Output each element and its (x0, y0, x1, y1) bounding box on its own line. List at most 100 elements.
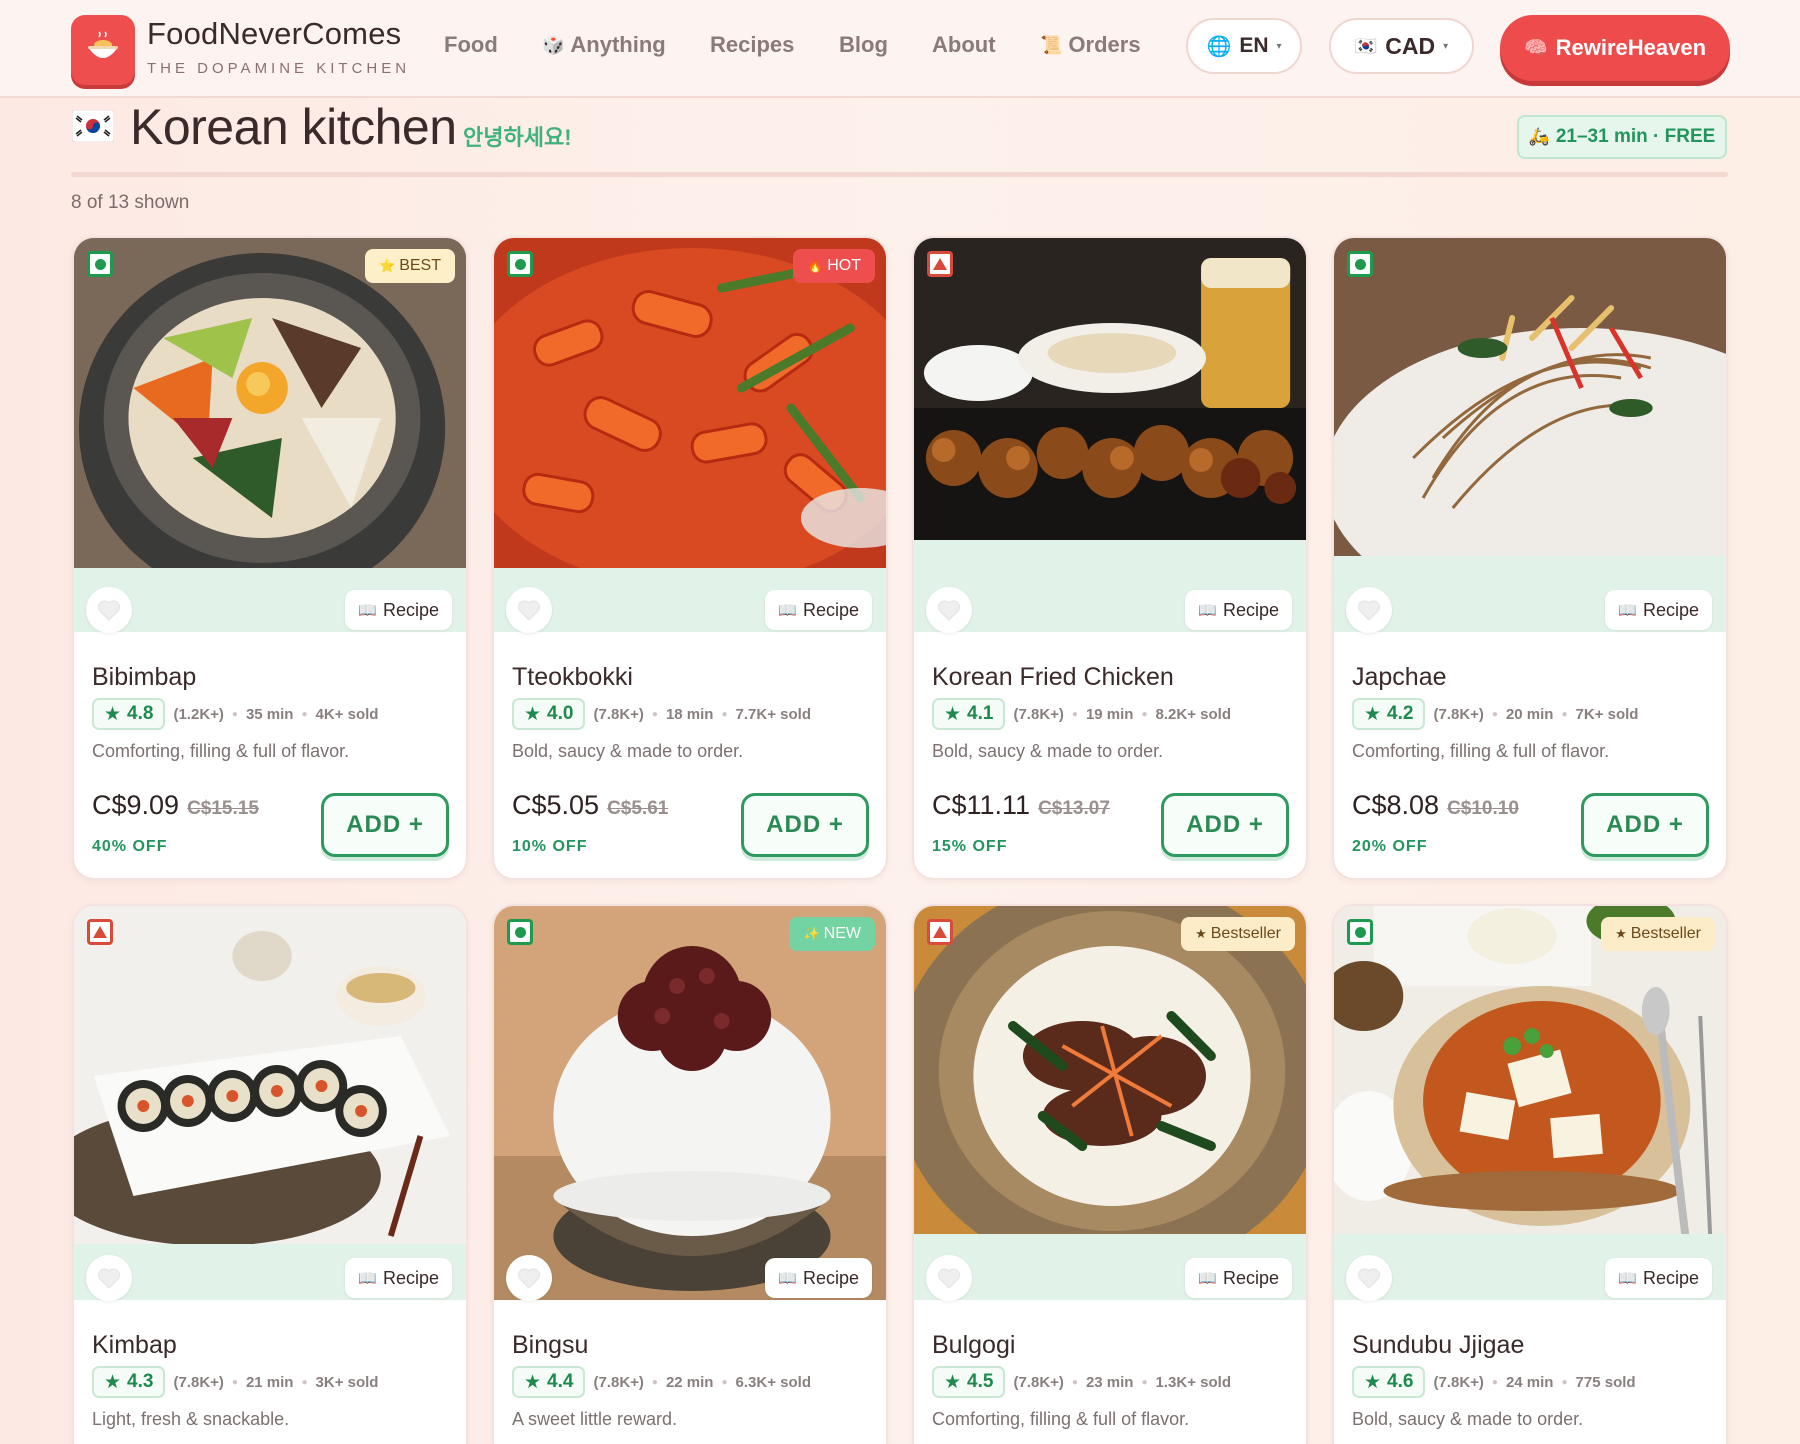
separator-dot: ● (1561, 1376, 1568, 1388)
food-name: Bulgogi (932, 1331, 1016, 1359)
veg-dot-icon (1354, 926, 1366, 938)
recipe-button[interactable]: 📖 Recipe (1605, 590, 1712, 630)
rewire-heaven-button[interactable]: 🧠 RewireHeaven (1500, 15, 1730, 81)
recipe-button[interactable]: 📖 Recipe (345, 590, 452, 630)
food-image[interactable] (74, 906, 466, 1246)
recipe-button[interactable]: 📖 Recipe (1185, 590, 1292, 630)
favorite-button[interactable] (926, 1255, 972, 1301)
current-price: C$5.05 (512, 790, 600, 820)
favorite-button[interactable] (86, 587, 132, 633)
prep-time: 18 min (665, 705, 714, 723)
currency-selector[interactable]: 🇰🇷 CAD ▾ (1329, 18, 1474, 74)
separator-dot: ● (1141, 1376, 1148, 1388)
add-to-cart-button[interactable]: ADD + (1161, 793, 1289, 857)
recipe-label: Recipe (1222, 1267, 1279, 1288)
food-description: Comforting, filling & full of flavor. (92, 741, 350, 761)
veg-dot-icon (1354, 258, 1366, 270)
nav-orders[interactable]: 📜 Orders (1040, 32, 1141, 58)
review-count: (7.8K+) (173, 1373, 224, 1391)
food-image[interactable] (914, 238, 1306, 540)
favorite-button[interactable] (506, 1255, 552, 1301)
food-card-sundubu-jjigae[interactable]: ★ Bestseller 📖 Recipe Sundubu Jjigae ★ 4.… (1332, 904, 1728, 1444)
scooter-icon: 🛵 (1528, 127, 1550, 146)
badge-label: BEST (399, 257, 441, 274)
food-image[interactable] (494, 238, 886, 568)
review-count: (7.8K+) (593, 705, 644, 723)
nav-recipes[interactable]: Recipes (710, 32, 794, 58)
brand-name[interactable]: FoodNeverComes (147, 16, 401, 52)
food-image[interactable] (1334, 238, 1726, 556)
language-selector[interactable]: 🌐 EN ▾ (1186, 18, 1302, 74)
heart-icon (938, 600, 960, 621)
original-price: C$15.15 (187, 798, 259, 819)
favorite-button[interactable] (1346, 587, 1392, 633)
sold-count: 7.7K+ sold (735, 705, 811, 723)
food-card-tteokbokki[interactable]: 🔥 HOT 📖 Recipe Tteokbokki ★ 4.0 (7.8K+) ●… (492, 236, 888, 880)
favorite-button[interactable] (506, 587, 552, 633)
food-card-bulgogi[interactable]: ★ Bestseller 📖 Recipe Bulgogi ★ 4.5 (7.8K… (912, 904, 1308, 1444)
add-to-cart-button[interactable]: ADD + (321, 793, 449, 857)
favorite-button[interactable] (926, 587, 972, 633)
rating-badge: ★ 4.2 (1352, 698, 1426, 730)
separator-dot: ● (1071, 1376, 1078, 1388)
separator-dot: ● (721, 1376, 728, 1388)
korea-flag-icon (72, 110, 114, 142)
add-label: ADD + (1186, 811, 1264, 838)
food-image[interactable] (494, 906, 886, 1300)
recipe-label: Recipe (802, 599, 859, 620)
recipe-button[interactable]: 📖 Recipe (1605, 1258, 1712, 1298)
food-image[interactable] (74, 238, 466, 568)
food-description: A sweet little reward. (512, 1409, 678, 1429)
recipe-button[interactable]: 📖 Recipe (765, 590, 872, 630)
star-icon: ★ (524, 703, 542, 725)
add-to-cart-button[interactable]: ADD + (1581, 793, 1709, 857)
add-label: ADD + (1606, 811, 1684, 838)
diet-indicator-icon (927, 919, 953, 945)
recipe-button[interactable]: 📖 Recipe (765, 1258, 872, 1298)
food-name: Kimbap (92, 1331, 177, 1359)
badge-label: NEW (823, 925, 861, 942)
sold-count: 4K+ sold (315, 705, 379, 723)
diet-indicator-icon (507, 919, 533, 945)
food-meta: ★ 4.3 (7.8K+) ● 21 min ● 3K+ sold (92, 1366, 378, 1398)
rating-value: 4.3 (127, 1371, 154, 1392)
food-card-bingsu[interactable]: ✨ NEW 📖 Recipe Bingsu ★ 4.4 (7.8K+) ● 22 … (492, 904, 888, 1444)
recipe-button[interactable]: 📖 Recipe (345, 1258, 452, 1298)
nav-label: Recipes (710, 32, 795, 57)
food-meta: ★ 4.6 (7.8K+) ● 24 min ● 775 sold (1352, 1366, 1636, 1398)
review-count: (7.8K+) (1013, 1373, 1064, 1391)
heart-icon (1358, 1268, 1380, 1289)
price: C$11.11 C$13.07 (932, 790, 1110, 821)
add-to-cart-button[interactable]: ADD + (741, 793, 869, 857)
separator-dot: ● (1141, 708, 1148, 720)
food-card-bibimbap[interactable]: ⭐ BEST 📖 Recipe Bibimbap ★ 4.8 (1.2K+) ● … (72, 236, 468, 880)
nav-blog[interactable]: Blog (839, 32, 888, 58)
sold-count: 3K+ sold (315, 1373, 379, 1391)
food-image[interactable] (1334, 906, 1726, 1236)
prep-time: 20 min (1505, 705, 1554, 723)
recipe-button[interactable]: 📖 Recipe (1185, 1258, 1292, 1298)
nav-about[interactable]: About (932, 32, 996, 58)
bowl-icon (88, 31, 118, 58)
nav-anything[interactable]: 🎲 Anything (542, 32, 666, 58)
separator-dot: ● (1071, 708, 1078, 720)
favorite-button[interactable] (1346, 1255, 1392, 1301)
food-card-kimbap[interactable]: 📖 Recipe Kimbap ★ 4.3 (7.8K+) ● 21 min ●… (72, 904, 468, 1444)
sold-count: 6.3K+ sold (735, 1373, 811, 1391)
nav-food[interactable]: Food (444, 32, 498, 58)
food-image[interactable] (914, 906, 1306, 1236)
separator-dot: ● (231, 708, 238, 720)
globe-icon: 🌐 (1206, 35, 1232, 58)
food-name: Japchae (1352, 663, 1447, 691)
delivery-text: 21–31 min · FREE (1555, 126, 1716, 147)
diet-indicator-icon (87, 251, 113, 277)
book-icon: 📖 (778, 1270, 797, 1287)
heart-icon (938, 1268, 960, 1289)
favorite-button[interactable] (86, 1255, 132, 1301)
logo[interactable] (71, 15, 135, 85)
food-card-korean-fried-chicken[interactable]: 📖 Recipe Korean Fried Chicken ★ 4.1 (7.8… (912, 236, 1308, 880)
brand-tagline: THE DOPAMINE KITCHEN (147, 60, 411, 77)
rating-value: 4.1 (967, 703, 994, 724)
separator-dot: ● (301, 708, 308, 720)
food-card-japchae[interactable]: 📖 Recipe Japchae ★ 4.2 (7.8K+) ● 20 min … (1332, 236, 1728, 880)
